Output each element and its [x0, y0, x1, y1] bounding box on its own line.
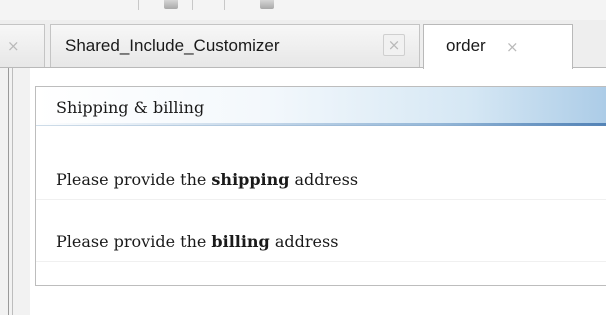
- row-emphasis: shipping: [211, 170, 290, 189]
- form-header-title: Shipping & billing: [56, 98, 205, 117]
- form-row-label: Please provide the billing address: [56, 232, 338, 251]
- gutter-divider: [8, 68, 9, 315]
- toolbar-separator: [224, 0, 225, 10]
- row-emphasis: billing: [211, 232, 270, 251]
- form-header[interactable]: Shipping & billing: [36, 87, 606, 126]
- row-suffix: address: [269, 232, 339, 251]
- form-row-billing[interactable]: Please provide the billing address: [36, 221, 606, 262]
- tab-label: Shared_Include_Customizer: [65, 36, 280, 55]
- row-suffix: address: [289, 170, 359, 189]
- editor-area[interactable]: Shipping & billing Please provide the sh…: [30, 68, 606, 315]
- toolbar-separator: [138, 0, 139, 10]
- left-gutter: [0, 68, 30, 315]
- row-prefix: Please provide the: [56, 170, 212, 189]
- form-row-shipping[interactable]: Please provide the shipping address: [36, 159, 606, 200]
- tab-shared-include-customizer[interactable]: Shared_Include_Customizer ×: [50, 24, 420, 67]
- toolbar-strip: [0, 0, 606, 20]
- toolbar-icon[interactable]: [164, 0, 178, 9]
- tab-previous[interactable]: ×: [0, 24, 45, 67]
- tab-label: order: [446, 36, 486, 55]
- close-icon[interactable]: ×: [7, 36, 20, 56]
- row-prefix: Please provide the: [56, 232, 212, 251]
- tab-order[interactable]: order ×: [423, 24, 573, 69]
- form-row-label: Please provide the shipping address: [56, 170, 358, 189]
- toolbar-icon[interactable]: [260, 0, 274, 9]
- gutter-divider: [12, 68, 13, 315]
- close-icon[interactable]: ×: [383, 34, 405, 56]
- toolbar-separator: [192, 0, 193, 10]
- form-preview: Shipping & billing Please provide the sh…: [35, 86, 606, 286]
- close-icon[interactable]: ×: [506, 37, 519, 57]
